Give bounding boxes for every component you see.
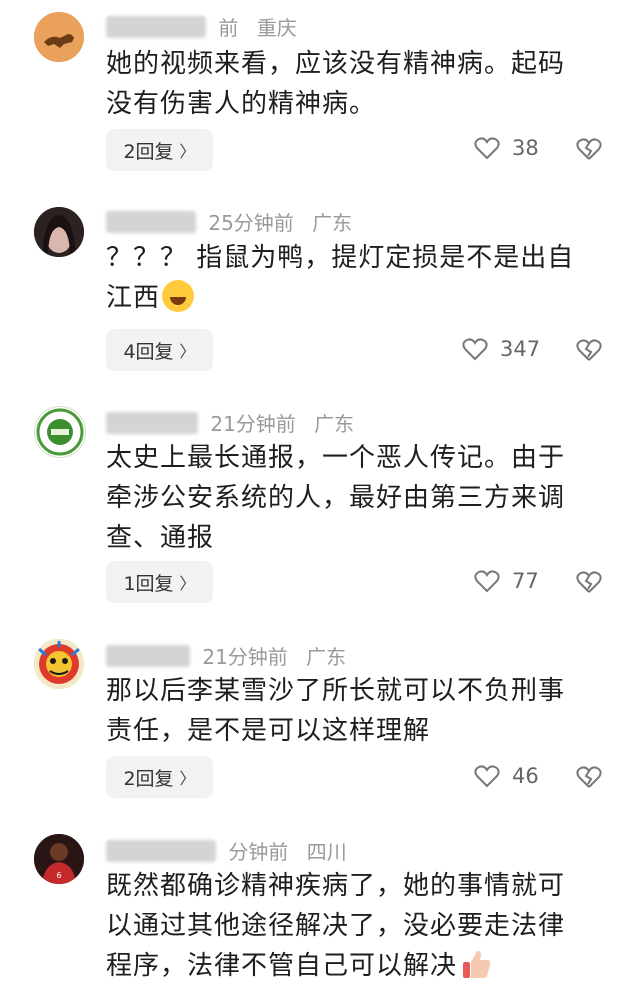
comment-line-text: 江西 [106,283,161,313]
broken-heart-icon [576,138,602,160]
blurred-username [106,645,190,667]
like-button[interactable]: 347 [462,337,540,361]
reply-count: 2回复 [123,140,174,163]
chevron-right-icon: 〉 [179,142,196,161]
heart-icon [474,570,500,593]
blurred-username [106,16,206,38]
avatar[interactable]: 6 [34,834,84,884]
chevron-right-icon: 〉 [179,342,196,361]
reply-count: 2回复 [123,767,174,790]
comment-time: 分钟前 [228,840,289,864]
comment-text: 那以后李某雪沙了所长就可以不负刑事 责任，是不是可以这样理解 [106,671,606,751]
blurred-username [106,211,196,233]
comment-line: ？？？ 指鼠为鸭，提灯定损是不是出自 [106,243,575,273]
avatar[interactable] [34,406,86,458]
comment-location: 广东 [312,211,353,235]
comment-location: 四川 [306,840,347,864]
comment-meta: 前 重庆 [106,12,297,41]
avatar[interactable] [34,639,84,689]
comment-location: 广东 [314,412,355,436]
comment-meta: 分钟前 四川 [106,836,347,865]
heart-icon [462,338,488,361]
comment-line: 查、通报 [106,523,215,553]
like-count: 46 [512,764,539,788]
dislike-button[interactable] [576,765,602,793]
comment-line-text: 程序，法律不管自己可以解决 [106,951,458,981]
reply-button[interactable]: 1回复 〉 [106,561,213,603]
laughing-crying-emoji-icon [162,280,195,312]
dislike-button[interactable] [576,137,602,165]
broken-heart-icon [576,339,602,361]
comment-text: ？？？ 指鼠为鸭，提灯定损是不是出自 江西 [106,238,606,318]
comment-text: 她的视频来看，应该没有精神病。起码 没有伤害人的精神病。 [106,44,606,124]
comment-meta: 25分钟前 广东 [106,207,352,236]
comment-text: 太史上最长通报，一个恶人传记。由于 牵涉公安系统的人，最好由第三方来调 查、通报 [106,438,606,558]
comment-line: 太史上最长通报，一个恶人传记。由于 [106,443,566,473]
comment-line: 江西 [106,278,606,318]
like-button[interactable]: 77 [474,569,539,593]
comment-line: 责任，是不是可以这样理解 [106,716,431,746]
dislike-button[interactable] [576,570,602,598]
reply-count: 4回复 [123,340,174,363]
like-count: 38 [512,136,539,160]
heart-icon [474,765,500,788]
like-button[interactable]: 38 [474,136,539,160]
blurred-username [106,412,198,434]
blurred-username [106,840,216,862]
reply-button[interactable]: 2回复 〉 [106,129,213,171]
comment-time: 前 [218,16,239,40]
comment-time: 21分钟前 [202,645,288,669]
avatar[interactable] [34,12,84,62]
broken-heart-icon [576,766,602,788]
comment-line: 程序，法律不管自己可以解决 [106,946,606,986]
broken-heart-icon [576,571,602,593]
lion-mask-avatar-icon [34,639,84,689]
comment-time: 25分钟前 [208,211,294,235]
comment-meta: 21分钟前 广东 [106,641,346,670]
comment-line: 那以后李某雪沙了所长就可以不负刑事 [106,676,566,706]
like-count: 77 [512,569,539,593]
green-badge-avatar-icon [36,408,84,456]
like-button[interactable]: 46 [474,764,539,788]
comment-location: 广东 [306,645,347,669]
thumbs-up-emoji-icon [463,950,491,978]
sand-animal-avatar-icon [34,12,84,62]
woman-avatar-icon [34,207,84,257]
comment-text: 既然都确诊精神疾病了，她的事情就可 以通过其他途径解决了，没必要走法律 程序，法… [106,866,606,986]
comment-line: 以通过其他途径解决了，没必要走法律 [106,911,566,941]
reply-button[interactable]: 2回复 〉 [106,756,213,798]
chevron-right-icon: 〉 [179,574,196,593]
reply-count: 1回复 [123,572,174,595]
avatar[interactable] [34,207,84,257]
like-count: 347 [500,337,541,361]
reply-button[interactable]: 4回复 〉 [106,329,213,371]
dislike-button[interactable] [576,338,602,366]
comment-line: 既然都确诊精神疾病了，她的事情就可 [106,871,566,901]
comment-line: 没有伤害人的精神病。 [106,89,377,119]
comment-line: 牵涉公安系统的人，最好由第三方来调 [106,483,566,513]
chevron-right-icon: 〉 [179,769,196,788]
comment-location: 重庆 [256,16,297,40]
svg-text:6: 6 [56,871,61,880]
heart-icon [474,137,500,160]
comment-time: 21分钟前 [210,412,296,436]
comment-line: 她的视频来看，应该没有精神病。起码 [106,49,566,79]
comment-meta: 21分钟前 广东 [106,408,354,437]
athlete-avatar-icon: 6 [34,834,84,884]
